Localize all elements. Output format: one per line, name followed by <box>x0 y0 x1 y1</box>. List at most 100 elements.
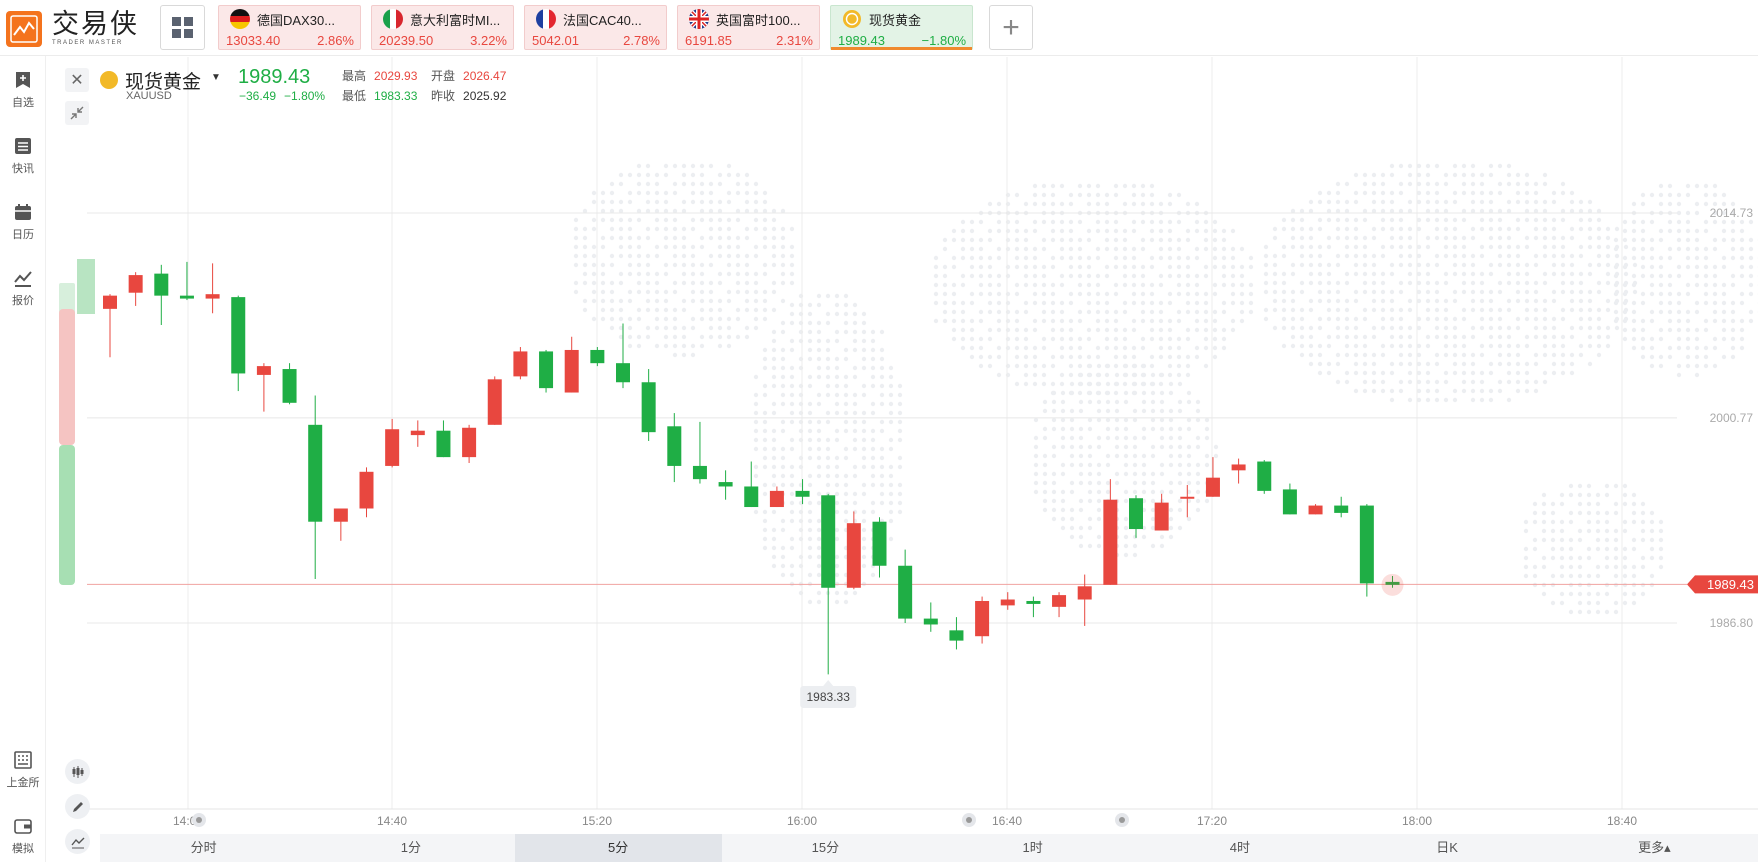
sidebar-item-quotes[interactable]: 报价 <box>0 268 46 308</box>
candle[interactable] <box>1026 596 1041 618</box>
candle[interactable] <box>975 596 990 644</box>
collapse-chart-button[interactable] <box>65 101 89 125</box>
candle-body <box>872 521 887 566</box>
candle[interactable] <box>256 363 271 412</box>
quote-tab[interactable]: 现货黄金 1989.43 −1.80% <box>830 5 973 50</box>
sidebar-item-news[interactable]: 快讯 <box>0 136 46 176</box>
axis-handle-dot <box>966 817 972 823</box>
candle[interactable] <box>1334 496 1349 518</box>
sidebar-item-calendar[interactable]: 日历 <box>0 202 46 242</box>
candle[interactable] <box>385 418 400 468</box>
chart-type-button[interactable] <box>65 829 90 854</box>
candle-body <box>308 424 323 522</box>
candle[interactable] <box>1308 504 1323 515</box>
candle-body <box>1359 505 1374 584</box>
x-tick-label: 17:20 <box>1197 814 1227 828</box>
stat-label: 最高 <box>342 69 367 83</box>
draw-tool-button[interactable] <box>65 794 90 819</box>
candle[interactable] <box>154 264 169 326</box>
candlestick-chart[interactable]: 2014.732000.771986.8014:00 14:40 15:20 16:0… <box>47 57 1758 862</box>
candle[interactable] <box>821 493 836 675</box>
timeframe-tab[interactable]: 分时 <box>100 834 307 862</box>
candle-body <box>1334 505 1349 513</box>
candle[interactable] <box>487 376 502 425</box>
candle[interactable] <box>103 294 117 358</box>
candle[interactable] <box>462 424 477 463</box>
candle[interactable] <box>1282 483 1297 515</box>
add-tab-button[interactable]: + <box>989 5 1033 50</box>
candle[interactable] <box>1000 592 1015 610</box>
timeframe-tab[interactable]: 15分 <box>722 834 929 862</box>
candle[interactable] <box>641 369 656 441</box>
candle[interactable] <box>718 470 733 500</box>
candle[interactable] <box>179 261 194 301</box>
candle[interactable] <box>1129 495 1143 538</box>
timeframe-tab[interactable]: 更多▴ <box>1551 834 1758 862</box>
candle[interactable] <box>1180 485 1195 518</box>
candle[interactable] <box>1077 574 1092 626</box>
close-chart-button[interactable]: ✕ <box>65 68 89 92</box>
candle[interactable] <box>1154 493 1169 531</box>
candle[interactable] <box>949 617 964 650</box>
candle[interactable] <box>590 347 605 367</box>
candle[interactable] <box>898 549 913 623</box>
layout-grid-button[interactable] <box>160 5 205 50</box>
stat-label: 最低 <box>342 89 367 103</box>
candle[interactable] <box>846 511 861 590</box>
sidebar-item-simulate[interactable]: 模拟 <box>0 816 46 856</box>
candle[interactable] <box>692 421 707 484</box>
candle-body <box>923 618 938 625</box>
candle-body <box>282 369 297 403</box>
timeframe-tab[interactable]: 1分 <box>307 834 514 862</box>
quote-tab[interactable]: 意大利富时MI... 20239.50 3.22% <box>371 5 514 50</box>
sidebar-item-sge[interactable]: 上金所 <box>0 750 46 790</box>
candle[interactable] <box>513 347 528 380</box>
candle[interactable] <box>128 272 143 306</box>
candle[interactable] <box>1205 457 1220 497</box>
de-flag-icon <box>230 9 250 29</box>
candle[interactable] <box>1231 458 1246 484</box>
candle[interactable] <box>1359 504 1374 597</box>
candle[interactable] <box>1257 460 1272 494</box>
quote-tab[interactable]: 德国DAX30... 13033.40 2.86% <box>218 5 361 50</box>
chart-line-icon <box>14 271 32 287</box>
candle[interactable] <box>1103 479 1118 585</box>
candle[interactable] <box>436 420 451 458</box>
sidebar-item-watchlist[interactable]: 自选 <box>0 70 46 110</box>
candle-body <box>564 349 579 393</box>
candle[interactable] <box>308 395 323 579</box>
candle[interactable] <box>923 602 938 632</box>
y-tick-label: 2000.77 <box>1710 411 1754 425</box>
app-logo[interactable]: 交易侠 TRADER MASTER <box>6 8 156 50</box>
quote-tab[interactable]: 英国富时100... 6191.85 2.31% <box>677 5 820 50</box>
timeframe-tab[interactable]: 日K <box>1344 834 1551 862</box>
grid-icon <box>172 17 193 38</box>
candle[interactable] <box>359 467 374 518</box>
candle[interactable] <box>333 508 348 541</box>
candle[interactable] <box>205 263 220 314</box>
candle[interactable] <box>872 517 887 578</box>
candle-body <box>359 471 374 509</box>
y-tick-label: 2014.73 <box>1710 206 1754 220</box>
candle[interactable] <box>539 349 554 393</box>
candle[interactable] <box>795 479 810 505</box>
caret-down-icon[interactable]: ▼ <box>211 72 221 83</box>
candle[interactable] <box>1052 592 1067 618</box>
chart-area[interactable]: 2014.73 2000.77 1986.80 14:00 14:40 15:20 16:0… <box>47 57 1758 862</box>
candle[interactable] <box>769 486 784 508</box>
candle[interactable] <box>564 336 579 393</box>
candle[interactable] <box>231 295 246 392</box>
candle[interactable] <box>616 323 630 389</box>
candle[interactable] <box>282 363 297 405</box>
timeframe-tab[interactable]: 5分 <box>514 834 722 862</box>
candle[interactable] <box>410 420 425 447</box>
bookmark-icon <box>16 72 30 88</box>
indicator-tool-button[interactable] <box>65 759 90 784</box>
timeframe-tab[interactable]: 1时 <box>929 834 1136 862</box>
quote-tab-name: 意大利富时MI... <box>410 12 501 28</box>
candle-body <box>128 275 143 293</box>
quote-tab[interactable]: 法国CAC40... 5042.01 2.78% <box>524 5 667 50</box>
wallet-icon <box>14 819 32 834</box>
timeframe-tab[interactable]: 4时 <box>1136 834 1343 862</box>
candle[interactable] <box>667 413 682 483</box>
